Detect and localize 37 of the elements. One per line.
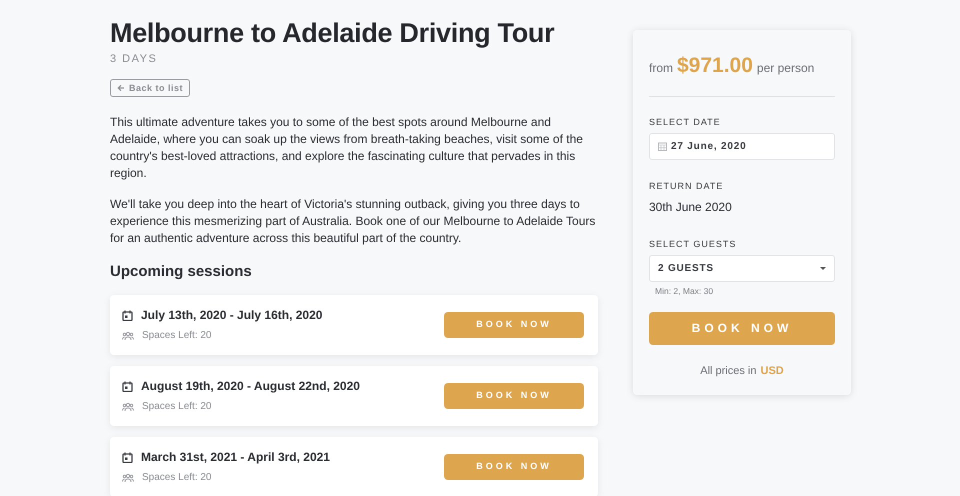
caret-icon (820, 267, 826, 270)
return-date: 30th June 2020 (649, 198, 733, 216)
book-now-button[interactable]: BOOK NOW (444, 382, 584, 409)
calendar-icon (122, 380, 133, 392)
spaces-left: Spaces Left: 20 (142, 471, 212, 486)
back-button[interactable]: Back to list (110, 78, 190, 98)
price-prefix: from (649, 60, 673, 77)
calendar-icon (122, 310, 133, 321)
calendar-icon (658, 142, 667, 151)
section-heading: Upcoming sessions (110, 262, 253, 281)
guests-select[interactable]: 2 GUESTS (649, 255, 835, 282)
people-icon (122, 330, 134, 341)
arrow-left-icon (117, 84, 125, 92)
price: $971.00 (677, 53, 753, 79)
people-icon (122, 472, 134, 483)
field-label: SELECT DATE (649, 116, 722, 128)
guests-hint: Min: 2, Max: 30 (655, 285, 714, 298)
currency: USD (760, 364, 784, 379)
field-label: SELECT GUESTS (649, 238, 738, 250)
description-paragraph: We'll take you deep into the heart of Victoria's stunning outback, giving you three days to experience this mesmerizing part of Australia. Book one of our Melbourne to Adelaide Tours for an authentic adventure across this beautiful part of the country. (110, 196, 596, 247)
book-now-button[interactable]: BOOK NOW (444, 454, 584, 480)
calendar-icon (122, 452, 133, 463)
price-suffix: per person (756, 60, 814, 77)
description-paragraph: This ultimate adventure takes you to some of the best spots around Melbourne and Adelaide, where you can soak up the views from breath-taking beaches, visit some of the country's best-loved attractions, and explore the fascinating culture that pervades in this region. (110, 114, 584, 182)
session-dates: March 31st, 2021 - April 3rd, 2021 (141, 449, 330, 466)
duration-label: 3 DAYS (110, 52, 158, 68)
session-dates: August 19th, 2020 - August 22nd, 2020 (141, 378, 360, 396)
date-field[interactable]: 27 June, 2020 (649, 133, 835, 160)
currency-note: All prices in (700, 364, 756, 379)
book-now-button[interactable]: BOOK NOW (444, 312, 584, 338)
field-label: RETURN DATE (649, 180, 724, 193)
book-now-button[interactable]: BOOK NOW (649, 312, 835, 345)
spaces-left: Spaces Left: 20 (142, 400, 212, 414)
session-dates: July 13th, 2020 - July 16th, 2020 (141, 307, 322, 324)
page-title: Melbourne to Adelaide Driving Tour (110, 18, 556, 50)
spaces-left: Spaces Left: 20 (142, 329, 212, 344)
people-icon (122, 402, 134, 412)
